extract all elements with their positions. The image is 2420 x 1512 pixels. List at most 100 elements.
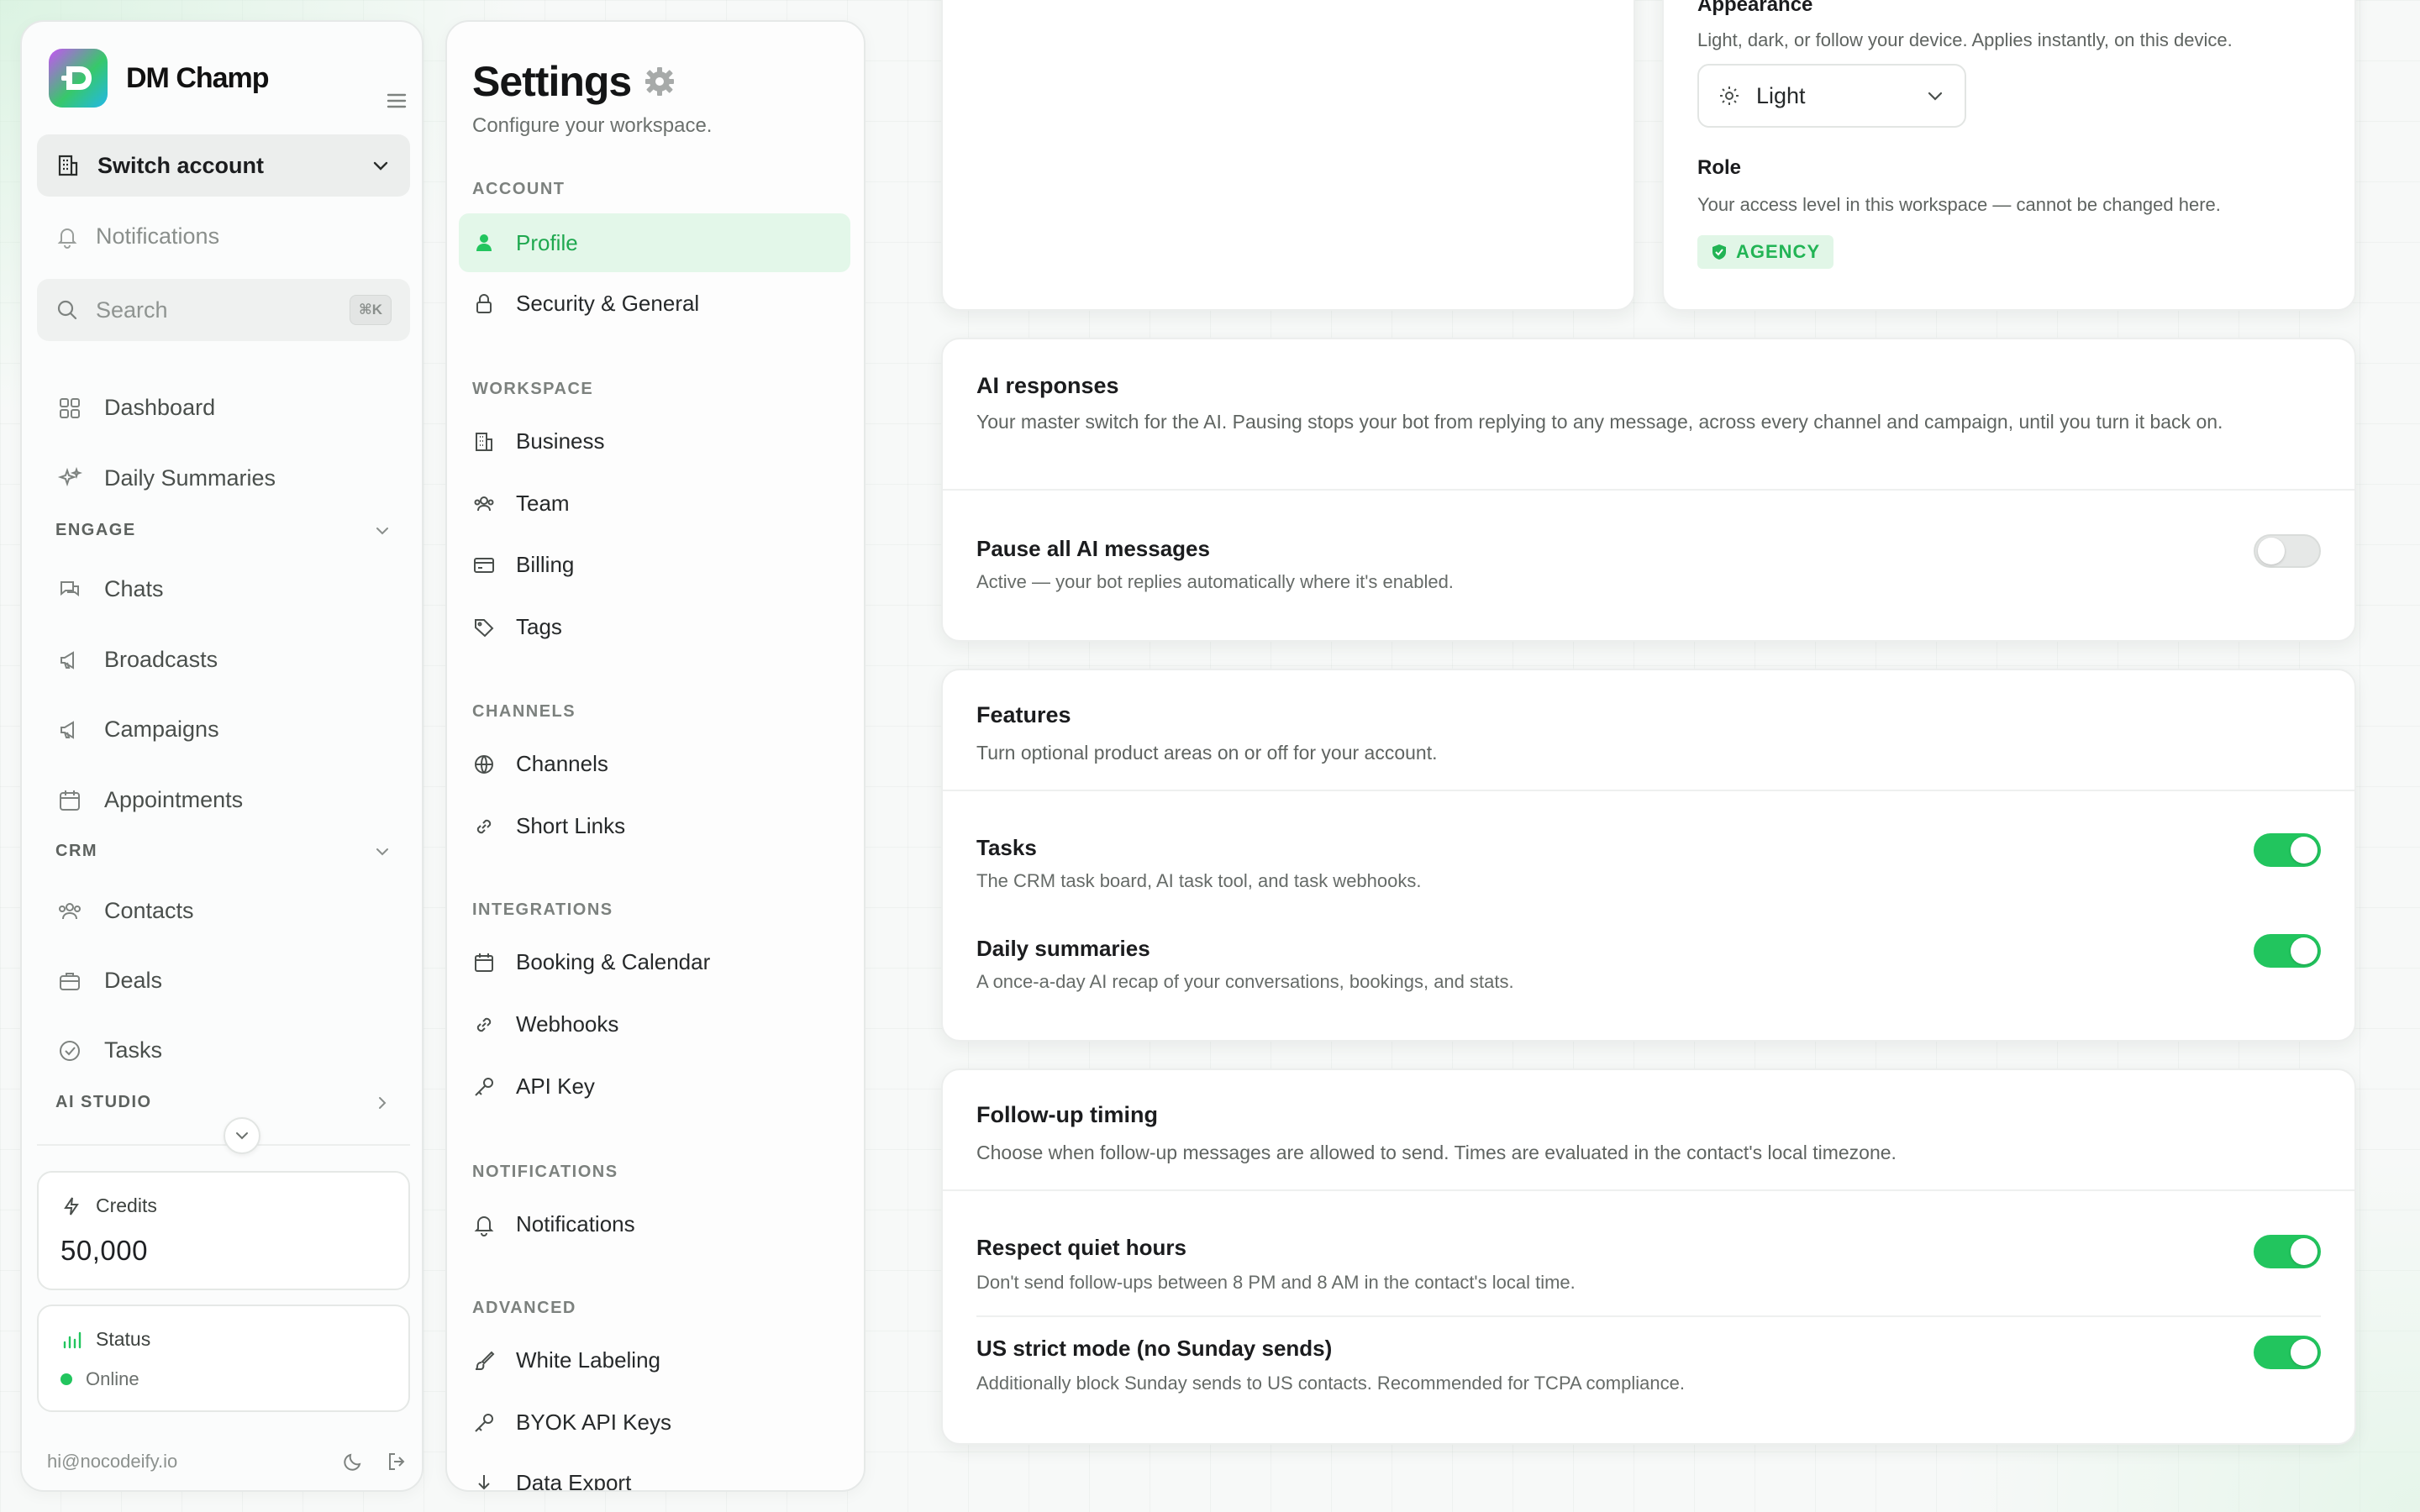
- section-crm-label: CRM: [55, 842, 98, 860]
- us-strict-title: US strict mode (no Sunday sends): [976, 1336, 1333, 1361]
- sidebar-footer: hi@nocodeify.io: [47, 1450, 408, 1473]
- sidebar-item-tasks[interactable]: Tasks: [57, 1037, 162, 1063]
- settings-item-label: Booking & Calendar: [516, 949, 711, 974]
- sidebar-item-appointments[interactable]: Appointments: [57, 787, 243, 813]
- status-card: Status Online: [37, 1305, 410, 1412]
- us-strict-toggle[interactable]: [2254, 1336, 2321, 1369]
- sidebar-item-deals[interactable]: Deals: [57, 968, 162, 994]
- appearance-select[interactable]: Light: [1697, 64, 1966, 128]
- status-value: Online: [86, 1368, 139, 1389]
- us-strict-description: Additionally block Sunday sends to US co…: [976, 1373, 1685, 1394]
- group-notifications: NOTIFICATIONS: [472, 1163, 618, 1181]
- ai-responses-card: AI responses Your master switch for the …: [941, 338, 2356, 642]
- sidebar-item-chats[interactable]: Chats: [57, 576, 164, 602]
- page-title: Settings: [472, 57, 676, 106]
- settings-item-booking[interactable]: Booking & Calendar: [472, 949, 710, 975]
- shield-check-icon: [1711, 244, 1728, 260]
- sidebar-item-contacts[interactable]: Contacts: [57, 898, 194, 924]
- role-title: Role: [1697, 156, 1742, 179]
- settings-item-api-key[interactable]: API Key: [472, 1074, 595, 1100]
- chevron-down-icon: [370, 155, 392, 176]
- settings-item-channels[interactable]: Channels: [472, 751, 608, 777]
- user-icon: [472, 231, 496, 255]
- chevron-right-icon: [373, 1094, 392, 1112]
- sidebar-item-label: Notifications: [96, 223, 220, 249]
- settings-item-security[interactable]: Security & General: [472, 291, 699, 317]
- expand-nav-button[interactable]: [224, 1117, 260, 1154]
- brand[interactable]: DM Champ: [49, 49, 270, 108]
- group-workspace: WORKSPACE: [472, 380, 594, 398]
- section-engage[interactable]: ENGAGE: [55, 521, 408, 540]
- logout-icon[interactable]: [385, 1450, 408, 1473]
- bell-icon: [472, 1213, 496, 1236]
- pause-ai-description: Active — your bot replies automatically …: [976, 571, 1454, 592]
- settings-item-billing[interactable]: Billing: [472, 552, 574, 578]
- settings-item-webhooks[interactable]: Webhooks: [472, 1011, 618, 1037]
- sidebar-item-notifications[interactable]: Notifications: [55, 223, 219, 249]
- status-label: Status: [96, 1328, 151, 1350]
- sparkles-icon: [57, 466, 82, 491]
- settings-item-business[interactable]: Business: [472, 428, 605, 454]
- tasks-toggle[interactable]: [2254, 833, 2321, 867]
- settings-item-white-labeling[interactable]: White Labeling: [472, 1347, 660, 1373]
- sidebar-item-label: Contacts: [104, 898, 194, 923]
- lightning-icon: [60, 1195, 82, 1217]
- users-icon: [57, 899, 82, 924]
- building-icon: [472, 430, 496, 454]
- search-shortcut: ⌘K: [349, 295, 392, 325]
- sidebar-item-label: Broadcasts: [104, 647, 218, 672]
- settings-item-label: API Key: [516, 1074, 595, 1099]
- appearance-description: Light, dark, or follow your device. Appl…: [1697, 29, 2233, 50]
- settings-item-team[interactable]: Team: [472, 491, 570, 517]
- toggle-knob: [2291, 837, 2317, 864]
- section-ai-studio-label: AI STUDIO: [55, 1093, 152, 1111]
- search-input[interactable]: Search ⌘K: [37, 279, 410, 341]
- ai-responses-title: AI responses: [976, 373, 1119, 398]
- section-crm[interactable]: CRM: [55, 842, 408, 861]
- section-engage-label: ENGAGE: [55, 521, 136, 539]
- credit-card-icon: [472, 554, 496, 577]
- group-channels: CHANNELS: [472, 702, 576, 721]
- followup-description: Choose when follow-up messages are allow…: [976, 1142, 1897, 1163]
- menu-icon[interactable]: [383, 87, 410, 114]
- tag-icon: [472, 616, 496, 639]
- link-icon: [472, 1013, 496, 1037]
- settings-item-short-links[interactable]: Short Links: [472, 813, 625, 839]
- settings-item-profile[interactable]: Profile: [459, 213, 850, 272]
- settings-item-byok[interactable]: BYOK API Keys: [472, 1410, 671, 1436]
- megaphone-icon: [57, 717, 82, 743]
- followup-card: Follow-up timing Choose when follow-up m…: [941, 1068, 2356, 1445]
- quiet-hours-description: Don't send follow-ups between 8 PM and 8…: [976, 1272, 1576, 1293]
- credits-card: Credits 50,000: [37, 1171, 410, 1290]
- settings-title: Settings: [472, 58, 632, 105]
- pause-ai-title: Pause all AI messages: [976, 536, 1210, 561]
- pause-ai-toggle[interactable]: [2254, 534, 2321, 568]
- switch-account-button[interactable]: Switch account: [37, 134, 410, 197]
- settings-item-label: Security & General: [516, 291, 700, 316]
- chevron-down-icon: [1924, 85, 1946, 107]
- settings-item-notifications[interactable]: Notifications: [472, 1211, 635, 1237]
- section-ai-studio[interactable]: AI STUDIO: [55, 1093, 408, 1112]
- sidebar-item-label: Appointments: [104, 787, 244, 812]
- lock-icon: [472, 292, 496, 316]
- quiet-hours-toggle[interactable]: [2254, 1235, 2321, 1268]
- sidebar-item-daily-summaries[interactable]: Daily Summaries: [57, 465, 276, 491]
- settings-item-data-export[interactable]: Data Export: [472, 1470, 631, 1490]
- check-circle-icon: [57, 1038, 82, 1063]
- appearance-title: Appearance: [1697, 0, 1813, 16]
- daily-summaries-title: Daily summaries: [976, 936, 1150, 961]
- settings-item-label: Channels: [516, 751, 608, 776]
- settings-item-label: White Labeling: [516, 1347, 660, 1373]
- main-sidebar: DM Champ Switch account Notifications Se…: [20, 20, 424, 1492]
- settings-item-tags[interactable]: Tags: [472, 614, 562, 640]
- sidebar-item-campaigns[interactable]: Campaigns: [57, 717, 219, 743]
- sidebar-item-broadcasts[interactable]: Broadcasts: [57, 647, 218, 673]
- daily-summaries-toggle[interactable]: [2254, 934, 2321, 968]
- settings-nav-panel: Settings Configure your workspace. ACCOU…: [445, 20, 865, 1492]
- sidebar-item-dashboard[interactable]: Dashboard: [57, 395, 215, 421]
- globe-icon: [472, 753, 496, 776]
- settings-item-label: Team: [516, 491, 570, 516]
- moon-icon[interactable]: [341, 1450, 365, 1473]
- search-placeholder: Search: [96, 297, 168, 323]
- settings-item-label: Billing: [516, 552, 575, 577]
